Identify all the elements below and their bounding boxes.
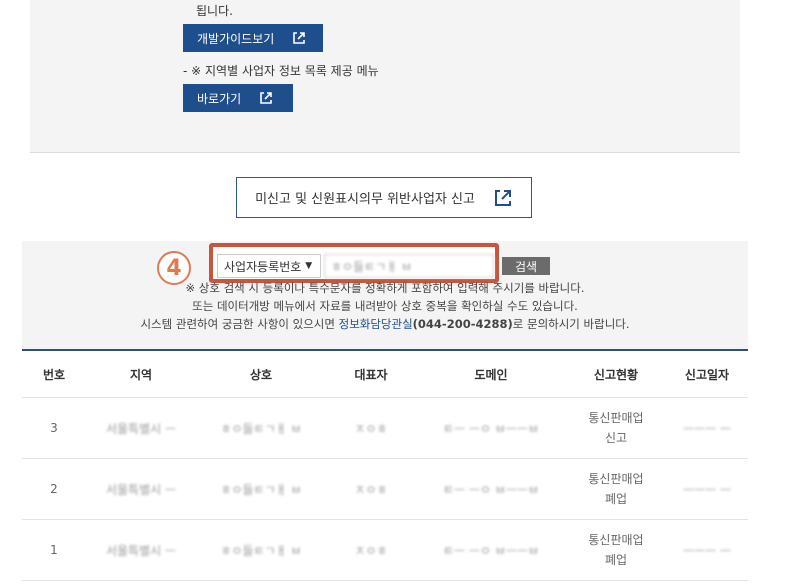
dev-guide-label: 개발가이드보기	[197, 31, 275, 46]
info-text: 됩니다.	[196, 4, 233, 18]
search-type-select[interactable]: 사업자등록번호 ▼	[217, 254, 321, 278]
cell-domain: ㅌㅡ ㅡㅇ ㅂㅡㅡㅂ	[443, 482, 539, 497]
status-state: 폐업	[604, 492, 628, 506]
cell-domain: ㅌㅡ ㅡㅇ ㅂㅡㅡㅂ	[443, 421, 539, 436]
contact-prefix: 시스템 관련하여 궁금한 사항이 있으시면	[140, 317, 339, 331]
table-row[interactable]: 2 서울특별시 ㅡ ㅎㅇ들ㅌㄱㅐ ㅂ ㅈㅇㅎ ㅌㅡ ㅡㅇ ㅂㅡㅡㅂ 통신판매업폐…	[22, 459, 748, 520]
report-violation-button[interactable]: 미신고 및 신원표시의무 위반사업자 신고	[236, 177, 532, 218]
dev-guide-button[interactable]: 개발가이드보기	[183, 24, 323, 52]
status-type: 통신판매업	[588, 411, 644, 425]
cell-rep: ㅈㅇㅎ	[354, 543, 388, 558]
cell-date: ㅡㅡㅡ ㅡ	[683, 421, 731, 436]
contact-phone: (044-200-4288)	[412, 317, 513, 331]
business-table: 번호 지역 상호 대표자 도메인 신고현황 신고일자 3 서울특별시 ㅡ ㅎㅇ들…	[22, 349, 748, 581]
cell-name[interactable]: ㅎㅇ들ㅌㄱㅐ ㅂ	[196, 542, 326, 559]
cell-no: 3	[50, 421, 58, 435]
external-link-icon	[293, 32, 306, 44]
info-panel	[30, 0, 740, 153]
notice-line-2: 또는 데이터개방 메뉴에서 자료를 내려받아 상호 중복을 확인하실 수도 있습…	[192, 299, 578, 313]
cell-domain: ㅌㅡ ㅡㅇ ㅂㅡㅡㅂ	[443, 543, 539, 558]
header-region: 지역	[129, 367, 153, 382]
go-button[interactable]: 바로가기	[183, 84, 293, 112]
header-no: 번호	[42, 367, 66, 382]
status-type: 통신판매업	[588, 533, 644, 547]
cell-region: 서울특별시 ㅡ	[105, 421, 177, 436]
header-date: 신고일자	[684, 367, 730, 382]
header-name: 상호	[249, 367, 273, 382]
table-row[interactable]: 1 서울특별시 ㅡ ㅎㅇ들ㅌㄱㅐ ㅂ ㅈㅇㅎ ㅌㅡ ㅡㅇ ㅂㅡㅡㅂ 통신판매업폐…	[22, 520, 748, 581]
status-type: 통신판매업	[588, 472, 644, 486]
contact-link[interactable]: 정보화담당관실	[339, 317, 413, 331]
cell-name[interactable]: ㅎㅇ들ㅌㄱㅐ ㅂ	[196, 420, 326, 437]
go-label: 바로가기	[197, 91, 242, 106]
cell-name[interactable]: ㅎㅇ들ㅌㄱㅐ ㅂ	[196, 481, 326, 498]
cell-rep: ㅈㅇㅎ	[354, 482, 388, 497]
external-link-icon	[260, 92, 272, 104]
external-link-icon	[494, 189, 511, 206]
select-value: 사업자등록번호	[224, 259, 302, 274]
contact-suffix: 로 문의하시기 바랍니다.	[512, 317, 630, 331]
status-state: 폐업	[604, 553, 628, 567]
chevron-down-icon: ▼	[305, 261, 313, 271]
report-label: 미신고 및 신원표시의무 위반사업자 신고	[255, 192, 475, 207]
search-button[interactable]: 검색	[502, 257, 550, 275]
cell-region: 서울특별시 ㅡ	[105, 482, 177, 497]
list-note: - ※ 지역별 사업자 정보 목록 제공 메뉴	[183, 64, 379, 78]
cell-date: ㅡㅡㅡ ㅡ	[683, 482, 731, 497]
cell-rep: ㅈㅇㅎ	[354, 421, 388, 436]
cell-no: 1	[50, 543, 58, 557]
header-domain: 도메인	[474, 367, 508, 382]
cell-status: 통신판매업폐업	[566, 469, 666, 509]
cell-status: 통신판매업신고	[566, 408, 666, 448]
status-state: 신고	[604, 431, 628, 445]
table-row[interactable]: 3 서울특별시 ㅡ ㅎㅇ들ㅌㄱㅐ ㅂ ㅈㅇㅎ ㅌㅡ ㅡㅇ ㅂㅡㅡㅂ 통신판매업신…	[22, 398, 748, 459]
cell-status: 통신판매업폐업	[566, 530, 666, 570]
search-input[interactable]	[324, 254, 494, 278]
notice-line-1: ※ 상호 검색 시 등록이나 특수문자를 정확하게 포함하여 입력해 주시기를 …	[185, 281, 585, 295]
header-rep: 대표자	[354, 367, 388, 382]
header-status: 신고현황	[593, 367, 639, 382]
contact-line: 시스템 관련하여 궁금한 사항이 있으시면 정보화담당관실(044-200-42…	[22, 316, 748, 332]
cell-date: ㅡㅡㅡ ㅡ	[683, 543, 731, 558]
table-header-row: 번호 지역 상호 대표자 도메인 신고현황 신고일자	[22, 351, 748, 398]
cell-no: 2	[50, 482, 58, 496]
cell-region: 서울특별시 ㅡ	[105, 543, 177, 558]
